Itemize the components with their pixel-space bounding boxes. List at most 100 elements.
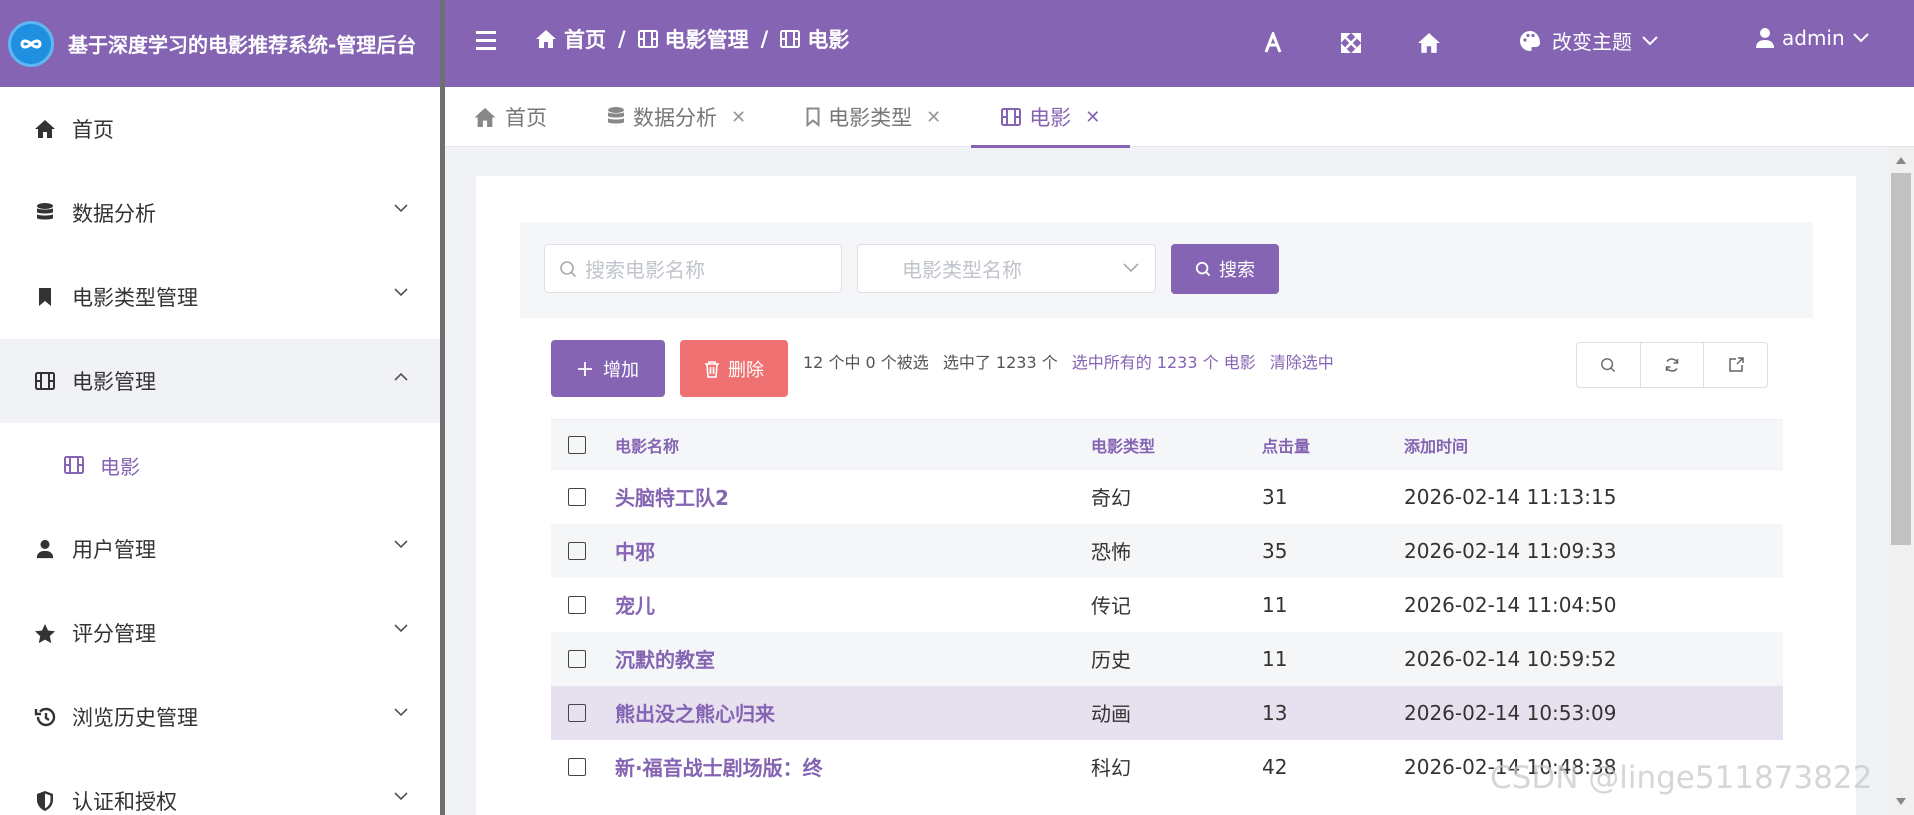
row-checkbox[interactable]	[568, 757, 586, 776]
film-icon	[637, 30, 658, 48]
header-checkbox-cell	[551, 419, 615, 470]
table-row[interactable]: 头脑特工队2 奇幻 31 2026-02-14 11:13:15	[551, 470, 1783, 524]
search-placeholder: 搜索电影名称	[585, 258, 705, 282]
column-header[interactable]: 点击量	[1262, 419, 1404, 470]
scroll-down-arrow[interactable]	[1896, 798, 1906, 805]
click-count: 42	[1262, 754, 1288, 779]
column-header[interactable]: 添加时间	[1404, 419, 1783, 470]
bookmark-icon	[32, 287, 58, 307]
breadcrumb-movie-management[interactable]: 电影管理	[637, 24, 749, 54]
delete-button[interactable]: 删除	[680, 340, 788, 397]
breadcrumb-movie[interactable]: 电影	[780, 24, 849, 54]
column-header[interactable]: 电影名称	[615, 419, 1091, 470]
tab-movie[interactable]: 电影 ✕	[971, 87, 1131, 148]
scroll-up-arrow[interactable]	[1896, 157, 1906, 164]
movie-name-link[interactable]: 熊出没之熊心归来	[615, 685, 1091, 740]
select-placeholder: 电影类型名称	[902, 258, 1022, 282]
row-checkbox[interactable]	[568, 703, 586, 722]
close-icon[interactable]: ✕	[926, 107, 941, 128]
movie-name-link[interactable]: 宠儿	[615, 578, 1091, 632]
movie-type: 奇幻	[1091, 486, 1131, 511]
clear-selection-link[interactable]: 清除选中	[1270, 349, 1334, 373]
add-button[interactable]: 增加	[551, 340, 665, 397]
watermark: CSDN @linge511873822	[1490, 760, 1873, 796]
row-checkbox[interactable]	[568, 541, 586, 560]
sidebar-item-data-analysis[interactable]: 数据分析	[0, 171, 440, 255]
row-checkbox[interactable]	[568, 649, 586, 668]
search-input[interactable]: 搜索电影名称	[544, 244, 842, 293]
movie-table: 电影名称 电影类型 点击量 添加时间 头脑特工队2 奇幻 31 2026-02-…	[551, 419, 1783, 794]
font-size-button[interactable]	[1256, 26, 1290, 60]
sidebar-item-history-management[interactable]: 浏览历史管理	[0, 675, 440, 759]
tab-data-analysis[interactable]: 数据分析 ✕	[569, 87, 768, 147]
sidebar-item-label: 数据分析	[72, 202, 156, 226]
film-icon	[32, 372, 58, 390]
row-checkbox-cell	[551, 470, 615, 524]
menu-toggle-button[interactable]	[476, 26, 506, 60]
table-row[interactable]: 宠儿 传记 11 2026-02-14 11:04:50	[551, 578, 1783, 632]
column-header[interactable]: 电影类型	[1091, 419, 1262, 470]
user-menu-button[interactable]: admin	[1756, 26, 1869, 50]
shield-icon	[32, 790, 58, 812]
table-row[interactable]: 中邪 恐怖 35 2026-02-14 11:09:33	[551, 523, 1783, 578]
search-icon	[560, 260, 577, 277]
breadcrumb-label: 电影管理	[664, 28, 749, 52]
movie-type: 传记	[1091, 594, 1131, 618]
tab-movie-type[interactable]: 电影类型 ✕	[768, 87, 963, 147]
tab-label: 数据分析	[633, 106, 717, 130]
search-button[interactable]: 搜索	[1171, 244, 1279, 294]
sidebar-item-user-management[interactable]: 用户管理	[0, 507, 440, 591]
export-button[interactable]	[1704, 343, 1767, 387]
row-checkbox-cell	[551, 685, 615, 740]
added-time: 2026-02-14 11:04:50	[1404, 592, 1617, 617]
row-checkbox-cell	[551, 578, 615, 632]
movie-name-link[interactable]: 沉默的教室	[615, 631, 1091, 686]
sidebar-subitem-movie[interactable]: 电影	[0, 423, 440, 507]
row-checkbox[interactable]	[568, 595, 586, 614]
added-time: 2026-02-14 10:53:09	[1404, 685, 1783, 740]
select-all-checkbox[interactable]	[568, 435, 586, 454]
sidebar-item-rating-management[interactable]: 评分管理	[0, 591, 440, 675]
close-icon[interactable]: ✕	[731, 107, 746, 128]
row-checkbox-cell	[551, 523, 615, 578]
user-icon	[1756, 28, 1774, 48]
page-scrollbar[interactable]	[1888, 147, 1914, 815]
added-time: 2026-02-14 11:13:15	[1404, 484, 1617, 509]
theme-switch-button[interactable]: 改变主题	[1518, 26, 1658, 55]
selection-info: 12 个中 0 个被选 选中了 1233 个 选中所有的 1233 个 电影 清…	[803, 349, 1334, 373]
tab-home[interactable]: 首页	[445, 87, 569, 147]
sidebar-item-movie-management[interactable]: 电影管理	[0, 339, 440, 423]
sidebar-scrollbar[interactable]	[440, 87, 445, 815]
select-all-link[interactable]: 选中所有的 1233 个 电影	[1072, 349, 1256, 373]
movie-name-link[interactable]: 中邪	[615, 523, 1091, 578]
row-checkbox[interactable]	[568, 487, 586, 506]
sidebar-item-label: 首页	[72, 118, 114, 142]
movie-type-select[interactable]: 电影类型名称	[857, 244, 1156, 293]
sidebar-item-label: 电影类型管理	[72, 286, 198, 310]
sidebar-item-auth[interactable]: 认证和授权	[0, 759, 440, 815]
movie-type: 动画	[1091, 685, 1262, 740]
movie-name-link[interactable]: 新·福音战士剧场版：终	[615, 740, 1091, 794]
table-row[interactable]: 熊出没之熊心归来 动画 13 2026-02-14 10:53:09	[551, 685, 1783, 740]
close-icon[interactable]: ✕	[1085, 107, 1100, 128]
sidebar: 首页 数据分析 电影类型管理 电影管理 电影 用户管理 评分管理 浏览历史管理 …	[0, 87, 440, 815]
row-checkbox-cell	[551, 631, 615, 686]
palette-icon	[1520, 30, 1540, 51]
sidebar-item-movie-type[interactable]: 电影类型管理	[0, 255, 440, 339]
click-count: 11	[1262, 631, 1404, 686]
refresh-button[interactable]	[1641, 343, 1705, 387]
home-icon	[474, 107, 496, 127]
trash-icon	[705, 360, 719, 378]
delete-button-label: 删除	[728, 359, 764, 381]
tab-label: 电影	[1029, 106, 1072, 130]
sidebar-item-home[interactable]: 首页	[0, 87, 440, 171]
film-icon	[1001, 108, 1022, 126]
chevron-down-icon	[394, 624, 408, 633]
table-search-button[interactable]	[1577, 343, 1641, 387]
breadcrumb-home[interactable]: 首页	[535, 24, 606, 54]
home-button[interactable]	[1412, 26, 1446, 60]
scroll-thumb[interactable]	[1891, 173, 1911, 545]
movie-name-link[interactable]: 头脑特工队2	[615, 470, 1091, 524]
table-row[interactable]: 沉默的教室 历史 11 2026-02-14 10:59:52	[551, 631, 1783, 686]
fullscreen-button[interactable]	[1334, 26, 1368, 60]
